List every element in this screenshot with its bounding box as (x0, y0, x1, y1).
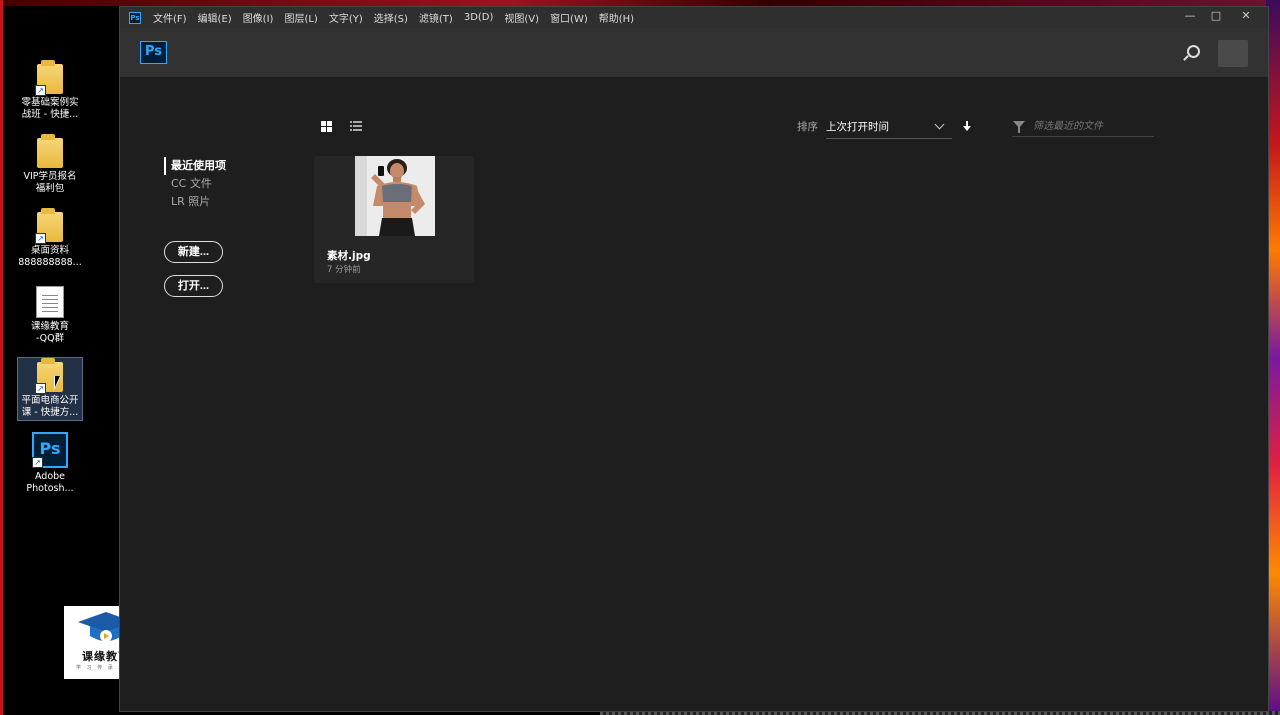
photoshop-app-icon[interactable]: Ps (129, 11, 141, 24)
sort-label: 排序 (797, 121, 818, 133)
file-name: 素材.jpg (327, 250, 371, 262)
shortcut-arrow-icon: ↗ (35, 85, 46, 96)
desktop-icon-label: 平面电商公开 (21, 395, 79, 406)
sidebar-item-recent[interactable]: 最近使用项 (164, 157, 226, 175)
desktop-icon-label: 福利包 (35, 183, 65, 194)
desktop-icon-case-class[interactable]: ↗ 零基础案例实 战班 - 快捷... (18, 60, 82, 121)
desktop-icon-photoshop[interactable]: Ps ↗ Adobe Photosh... (18, 432, 82, 495)
desktop-icon-label: Photosh... (26, 483, 74, 494)
menu-window[interactable]: 窗口(W) (550, 10, 588, 25)
shortcut-arrow-icon: ↗ (35, 233, 46, 244)
folder-icon: ↗ (35, 208, 63, 244)
desktop-icon-label: VIP学员报名 (23, 171, 77, 182)
minimize-button[interactable]: — (1176, 7, 1204, 28)
menu-layer[interactable]: 图层(L) (284, 10, 317, 25)
file-time: 7 分钟前 (327, 265, 361, 275)
photoshop-window: Ps 文件(F) 编辑(E) 图像(I) 图层(L) 文字(Y) 选择(S) 滤… (119, 6, 1269, 712)
desktop-icon-label: 桌面资料 (30, 245, 69, 256)
menu-image[interactable]: 图像(I) (243, 10, 274, 25)
menu-3d[interactable]: 3D(D) (464, 12, 494, 23)
desktop-icon-label: -QQ群 (35, 333, 65, 344)
sidebar-item-lr-photos[interactable]: LR 照片 (164, 193, 226, 211)
menu-select[interactable]: 选择(S) (374, 10, 408, 25)
grid-view-icon[interactable] (321, 121, 332, 132)
desktop-icon-label: 零基础案例实 (21, 97, 79, 108)
shortcut-arrow-icon: ↗ (35, 383, 46, 394)
maximize-button[interactable]: □ (1202, 7, 1230, 28)
menu-filter[interactable]: 滤镜(T) (419, 10, 453, 25)
photoshop-logo-icon: Ps (140, 41, 167, 64)
list-view-icon[interactable] (350, 121, 362, 132)
folder-icon: ↗ (35, 60, 63, 96)
filter-input[interactable] (1012, 117, 1154, 137)
menu-type[interactable]: 文字(Y) (329, 10, 363, 25)
menu-view[interactable]: 视图(V) (504, 10, 539, 25)
desktop-icon-label: Adobe (34, 471, 66, 482)
close-button[interactable]: ✕ (1232, 7, 1260, 28)
filter-icon (1013, 121, 1025, 133)
file-thumbnail (355, 156, 435, 236)
menu-edit[interactable]: 编辑(E) (198, 10, 232, 25)
desktop-icon-label: 课 - 快捷方... (21, 407, 79, 418)
recent-file-card[interactable]: 素材.jpg 7 分钟前 (314, 156, 474, 283)
sort-dropdown[interactable]: 上次打开时间 (826, 119, 952, 139)
desktop-icon-label: 888888888... (18, 257, 82, 268)
desktop-icon-qq-group[interactable]: 课缘教育 -QQ群 (18, 286, 82, 345)
desktop-icon-label: 战班 - 快捷... (21, 109, 79, 120)
search-icon[interactable] (1187, 45, 1200, 58)
sidebar-item-cc-files[interactable]: CC 文件 (164, 175, 226, 193)
folder-icon (37, 134, 63, 168)
mouse-cursor-icon (54, 376, 61, 390)
desktop-icon-ecommerce[interactable]: ↗ 平面电商公开 课 - 快捷方... (17, 357, 83, 421)
desktop-icon-desktop-files[interactable]: ↗ 桌面资料 888888888... (18, 208, 82, 269)
wallpaper-left-edge (0, 0, 3, 715)
menu-bar: Ps 文件(F) 编辑(E) 图像(I) 图层(L) 文字(Y) 选择(S) 滤… (120, 7, 1268, 28)
new-button[interactable]: 新建... (164, 241, 223, 263)
document-icon (36, 286, 64, 318)
sort-direction-icon[interactable] (962, 121, 972, 133)
photoshop-icon: Ps ↗ (32, 432, 68, 468)
shortcut-arrow-icon: ↗ (32, 457, 43, 468)
menu-file[interactable]: 文件(F) (153, 10, 187, 25)
open-button[interactable]: 打开... (164, 275, 223, 297)
desktop-icon-label: 课缘教育 (30, 321, 69, 332)
desktop: ↗ 零基础案例实 战班 - 快捷... VIP学员报名 福利包 ↗ 桌面资料 8… (0, 0, 1280, 715)
menu-help[interactable]: 帮助(H) (599, 10, 634, 25)
home-header: Ps (120, 28, 1268, 77)
desktop-icon-vip[interactable]: VIP学员报名 福利包 (18, 134, 82, 195)
home-sidebar: 最近使用项 CC 文件 LR 照片 (164, 157, 226, 211)
avatar[interactable] (1218, 40, 1248, 67)
